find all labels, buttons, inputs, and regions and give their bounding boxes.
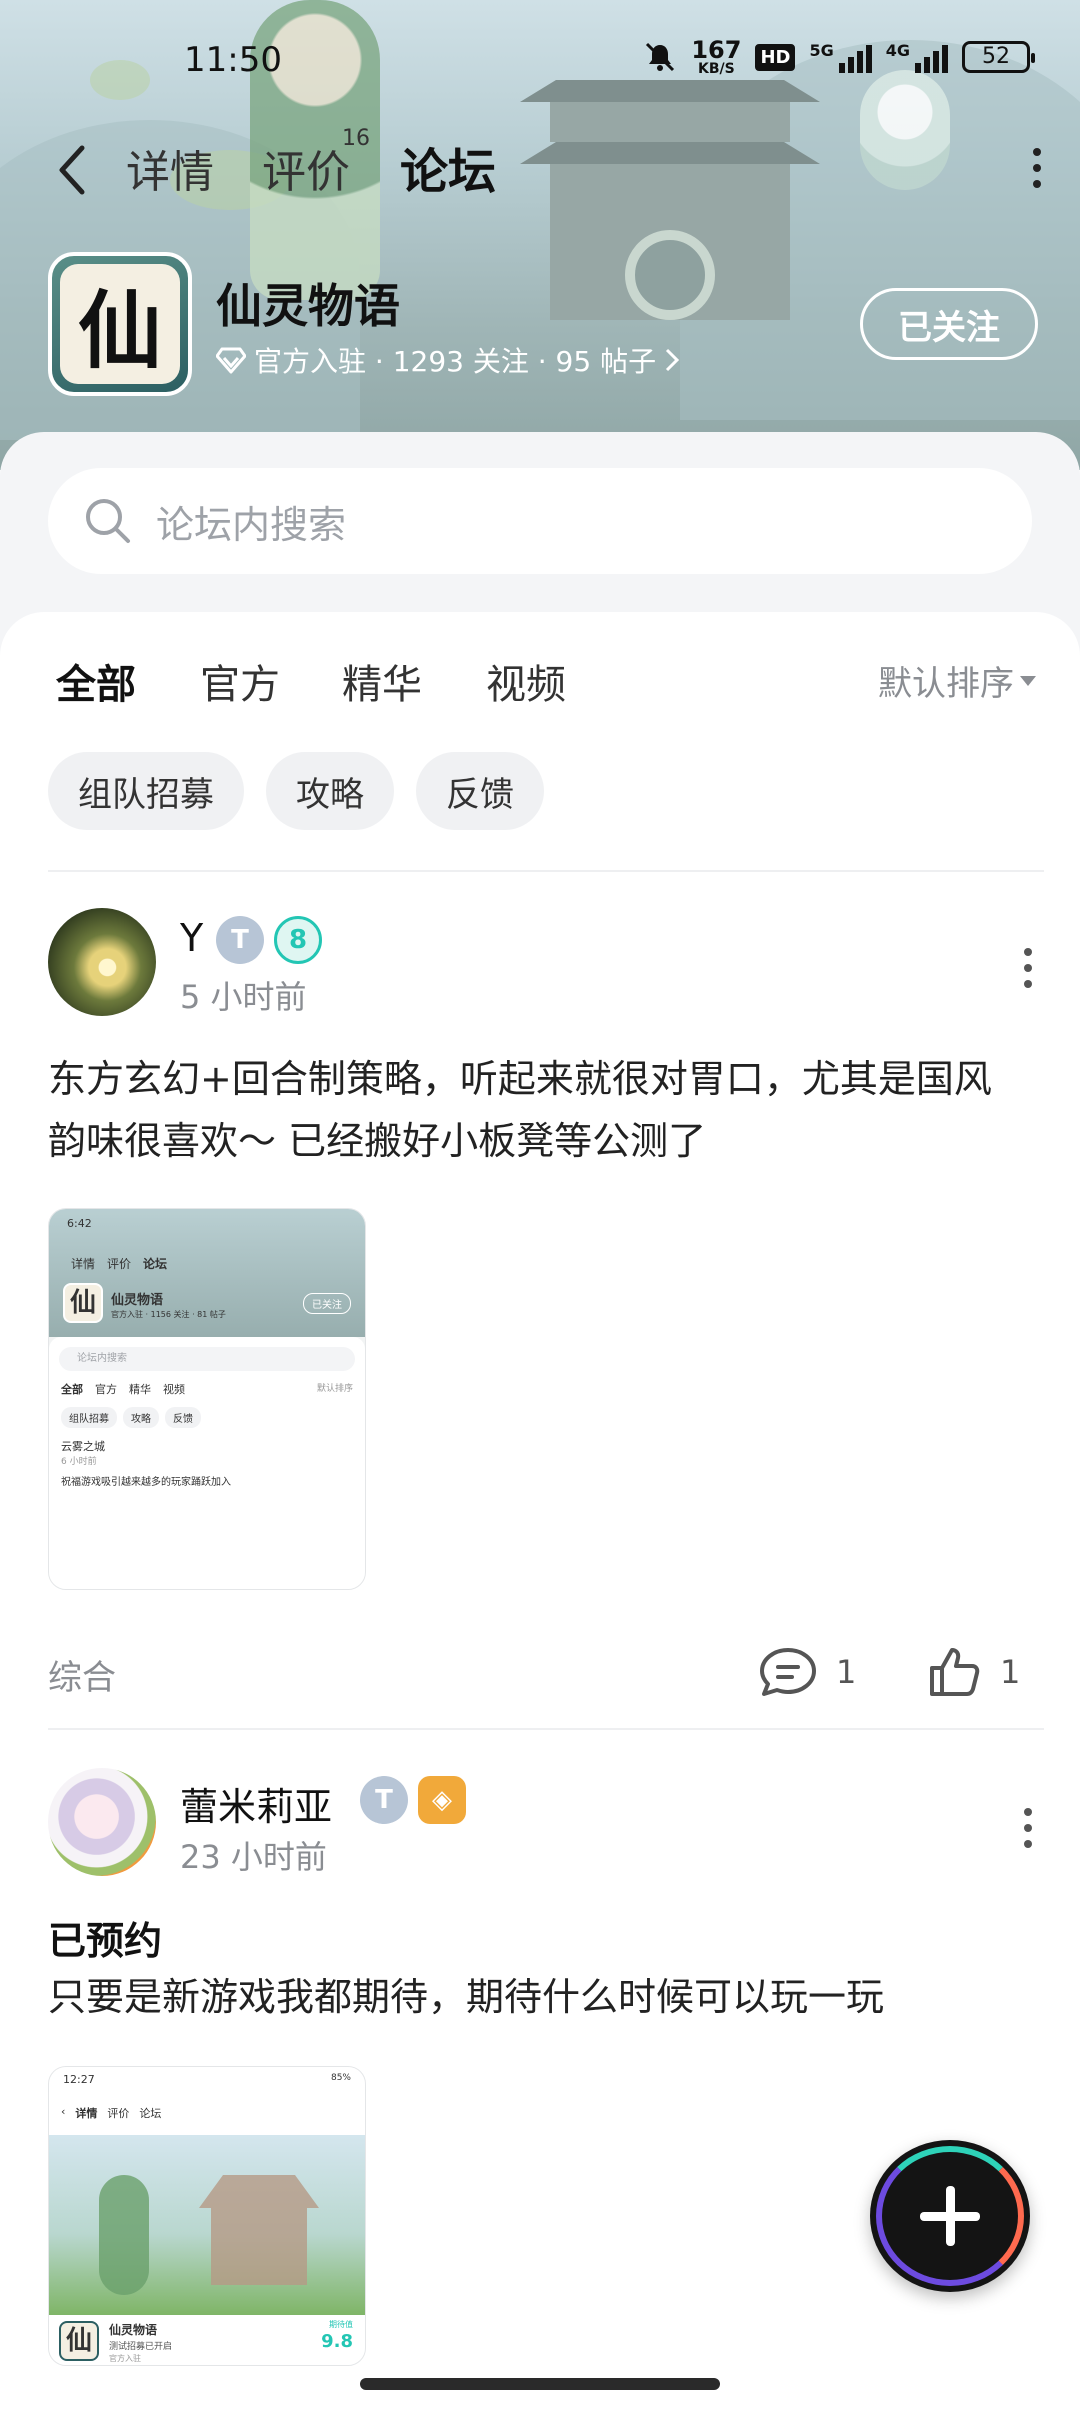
comment-icon	[760, 1648, 816, 1696]
post-footer: 综合 1 1	[48, 1642, 1038, 1702]
mute-bell-icon	[646, 42, 675, 72]
filter-tabs: 全部 官方 精华 视频 默认排序	[56, 652, 1036, 722]
triangle-down-icon	[1020, 675, 1036, 686]
post-author[interactable]: Y	[180, 916, 203, 960]
chip-feedback[interactable]: 反馈	[416, 752, 544, 830]
post-image[interactable]: 6:42 详情 评价 论坛 仙 仙灵物语 官方入驻 · 1156 关注 · 81…	[48, 1208, 366, 1590]
top-nav: 详情 评价 16 论坛	[0, 126, 1080, 210]
game-meta[interactable]: 官方入驻 · 1293 关注 · 95 帖子	[216, 340, 680, 380]
follow-button[interactable]: 已关注	[860, 288, 1038, 360]
tab-details[interactable]: 详情	[126, 136, 214, 200]
filter-tab-featured[interactable]: 精华	[342, 652, 422, 710]
hd-icon: HD	[755, 43, 796, 71]
forum-search-input[interactable]: 论坛内搜索	[48, 468, 1032, 574]
screenshot-preview: 12:27 85% ‹ 详情 评价 论坛 仙 仙灵物语 测试招募已开启 官方入驻…	[49, 2067, 365, 2365]
post-title: 已预约	[48, 1919, 163, 1963]
reviews-count-badge: 16	[342, 126, 370, 151]
back-arrow-icon[interactable]	[52, 142, 96, 198]
filter-tab-all[interactable]: 全部	[56, 652, 136, 710]
signal-4g-icon: 4G	[886, 41, 948, 73]
level-badge: T	[360, 1776, 408, 1824]
search-icon	[86, 499, 130, 543]
battery-icon: 52	[962, 41, 1035, 73]
comment-button[interactable]: 1	[758, 1646, 856, 1698]
game-name: 仙灵物语	[216, 279, 400, 333]
game-info: 仙 仙灵物语 官方入驻 · 1293 关注 · 95 帖子 已关注	[48, 252, 1038, 402]
forum-sheet: 论坛内搜索 全部 官方 精华 视频 默认排序 组队招募 攻略 反馈 Y T 8 …	[0, 432, 1080, 2412]
home-indicator[interactable]	[360, 2378, 720, 2390]
game-icon[interactable]: 仙	[48, 252, 192, 396]
plus-icon	[920, 2186, 980, 2246]
tab-forum[interactable]: 论坛	[400, 132, 497, 202]
network-speed: 167 KB/S	[691, 36, 742, 77]
post-author[interactable]: 蕾米莉亚	[180, 1776, 332, 1831]
like-count: 1	[1000, 1653, 1021, 1691]
chevron-right-icon	[666, 348, 680, 372]
like-button[interactable]: 1	[926, 1646, 1020, 1698]
tab-reviews[interactable]: 评价	[262, 136, 350, 200]
post-item[interactable]: 蕾米莉亚 T ◈ 23 小时前 已预约 只要是新游戏我都期待，期待什么时候可以玩…	[0, 1768, 1080, 2388]
chip-guide[interactable]: 攻略	[266, 752, 394, 830]
sort-dropdown[interactable]: 默认排序	[878, 656, 1036, 705]
filter-tab-video[interactable]: 视频	[486, 652, 566, 710]
more-options-icon[interactable]	[1030, 148, 1044, 196]
post-more-icon[interactable]	[1020, 948, 1036, 998]
chip-team-recruit[interactable]: 组队招募	[48, 752, 244, 830]
avatar[interactable]	[48, 1768, 156, 1876]
level-badge: T	[216, 916, 264, 964]
signal-5g-icon: 5G	[809, 41, 872, 73]
post-category[interactable]: 综合	[48, 1650, 116, 1699]
achievement-badge: 8	[274, 916, 322, 964]
filter-tab-official[interactable]: 官方	[200, 652, 280, 710]
diamond-icon	[216, 347, 246, 374]
divider	[48, 870, 1044, 872]
post-time: 5 小时前	[180, 978, 307, 1016]
divider	[48, 1728, 1044, 1730]
search-placeholder: 论坛内搜索	[156, 502, 347, 547]
post-time: 23 小时前	[180, 1838, 327, 1876]
post-body: 东方玄幻+回合制策略，听起来就很对胃口，尤其是国风韵味很喜欢～ 已经搬好小板凳等…	[48, 1057, 992, 1163]
honor-badge-icon: ◈	[418, 1776, 466, 1824]
create-post-button[interactable]	[870, 2140, 1030, 2292]
post-image[interactable]: 12:27 85% ‹ 详情 评价 论坛 仙 仙灵物语 测试招募已开启 官方入驻…	[48, 2066, 366, 2366]
thumbs-up-icon	[930, 1648, 980, 1696]
comment-count: 1	[836, 1653, 857, 1691]
post-item[interactable]: Y T 8 5 小时前 东方玄幻+回合制策略，听起来就很对胃口，尤其是国风韵味很…	[0, 908, 1080, 1698]
forum-content: 全部 官方 精华 视频 默认排序 组队招募 攻略 反馈 Y T 8 5 小时前 …	[0, 612, 1080, 2412]
post-more-icon[interactable]	[1020, 1808, 1036, 1858]
avatar[interactable]	[48, 908, 156, 1016]
game-banner: 11:50 167 KB/S HD 5G 4G 52 详情 评价 16 论坛 仙…	[0, 0, 1080, 470]
screenshot-preview: 6:42 详情 评价 论坛 仙 仙灵物语 官方入驻 · 1156 关注 · 81…	[49, 1209, 365, 1589]
status-bar: 11:50 167 KB/S HD 5G 4G 52	[0, 38, 1080, 88]
topic-chips: 组队招募 攻略 反馈	[48, 752, 544, 830]
status-time: 11:50	[184, 40, 282, 80]
post-body: 只要是新游戏我都期待，期待什么时候可以玩一玩	[48, 1975, 885, 2019]
